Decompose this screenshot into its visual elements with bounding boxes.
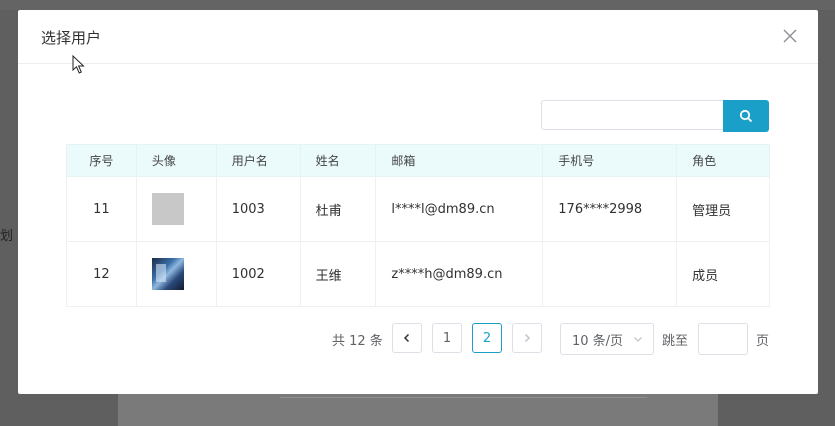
search-icon [739,109,753,123]
column-header-index: 序号 [66,144,137,177]
jump-label: 跳至 [662,334,689,349]
cell-index: 11 [66,176,137,242]
cell-avatar [135,241,217,307]
dialog-header: 选择用户 [18,10,818,64]
cell-role: 管理员 [676,176,770,242]
chevron-left-icon [403,333,410,343]
cell-name: 杜甫 [299,176,377,242]
search-input[interactable] [541,100,724,130]
table-header-row: 序号 头像 用户名 姓名 邮箱 手机号 角色 [66,144,770,177]
dialog-title: 选择用户 [41,29,102,47]
backdrop-top [0,0,835,10]
avatar [151,258,184,290]
cell-email: l****l@dm89.cn [375,176,544,242]
cell-username: 1002 [215,241,301,307]
column-header-avatar: 头像 [135,144,217,177]
mouse-cursor-icon [72,55,85,74]
search-button[interactable] [723,100,769,132]
page-size-value: 10 条/页 [572,333,624,349]
column-header-email: 邮箱 [375,144,544,177]
column-header-role: 角色 [676,144,770,177]
close-button[interactable] [782,28,798,44]
backdrop-panel [118,394,718,426]
column-header-phone: 手机号 [542,144,678,177]
chevron-down-icon [634,337,642,342]
user-table: 序号 头像 用户名 姓名 邮箱 手机号 角色 11 1003 杜甫 l****l… [66,144,770,307]
avatar [151,193,184,225]
jump-page-input[interactable] [698,323,748,355]
cell-email: z****h@dm89.cn [375,241,544,307]
page-button-1[interactable]: 1 [432,323,462,353]
column-header-name: 姓名 [299,144,377,177]
next-page-button[interactable] [512,323,542,353]
select-user-dialog: 选择用户 序号 头像 用户名 姓名 邮箱 手机号 角色 11 1003 杜甫 l… [18,10,818,394]
cell-role: 成员 [676,241,770,307]
cell-username: 1003 [215,176,301,242]
page-size-select[interactable]: 10 条/页 [560,323,654,355]
table-row[interactable]: 12 1002 王维 z****h@dm89.cn 成员 [66,241,770,307]
page-button-2[interactable]: 2 [472,323,502,353]
backdrop-divider [280,397,647,398]
prev-page-button[interactable] [392,323,422,353]
cell-phone: 176****2998 [542,176,678,242]
table-row[interactable]: 11 1003 杜甫 l****l@dm89.cn 176****2998 管理… [66,176,770,242]
background-text: 划 [0,229,14,244]
cell-phone [542,241,678,307]
cell-avatar [135,176,217,242]
cell-name: 王维 [299,241,377,307]
page-suffix-label: 页 [756,334,770,349]
chevron-right-icon [524,333,531,343]
close-icon [783,29,797,43]
column-header-username: 用户名 [215,144,301,177]
pagination-total: 共 12 条 [332,334,383,349]
cell-index: 12 [66,241,137,307]
